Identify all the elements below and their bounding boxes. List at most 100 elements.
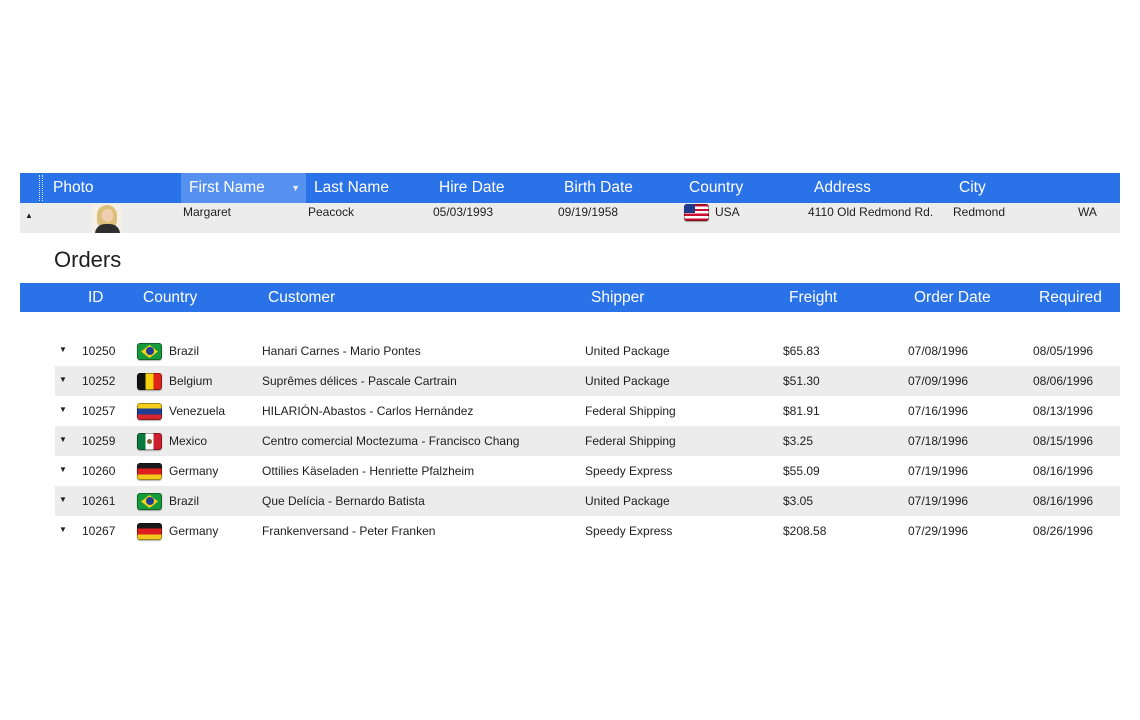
header-order-id[interactable]: ID — [88, 283, 104, 312]
employee-hire-date: 05/03/1993 — [433, 205, 494, 219]
order-country: Mexico — [169, 434, 208, 448]
order-date: 07/16/1996 — [908, 404, 969, 418]
brazil-flag-icon — [137, 343, 162, 360]
order-freight: $55.09 — [783, 464, 820, 478]
order-freight: $208.58 — [783, 524, 827, 538]
order-row[interactable]: ▼ 10261 Brazil Que Delícia - Bernardo Ba… — [55, 486, 1120, 516]
employee-address: 4110 Old Redmond Rd. — [808, 205, 934, 219]
brazil-flag-icon — [137, 493, 162, 510]
germany-flag-icon — [137, 523, 162, 540]
header-first-name[interactable]: First Name ▼ — [181, 173, 306, 203]
employee-photo-avatar — [92, 204, 122, 233]
order-required-date: 08/05/1996 — [1033, 344, 1094, 358]
header-customer[interactable]: Customer — [268, 283, 335, 312]
order-row[interactable]: ▼ 10259 Mexico Centro comercial Moctezum… — [55, 426, 1120, 456]
orders-grid-body: ▼ 10250 Brazil Hanari Carnes - Mario Pon… — [55, 336, 1120, 546]
order-country: Belgium — [169, 374, 213, 388]
header-shipper[interactable]: Shipper — [591, 283, 644, 312]
order-shipper: Speedy Express — [585, 464, 673, 478]
order-required-date: 08/15/1996 — [1033, 434, 1094, 448]
order-required-date: 08/06/1996 — [1033, 374, 1094, 388]
employee-grid-header: Photo First Name ▼ Last Name Hire Date B… — [20, 173, 1120, 203]
employee-country: USA — [715, 205, 740, 219]
header-photo[interactable]: Photo — [53, 173, 181, 203]
header-birth-date[interactable]: Birth Date — [564, 173, 633, 203]
order-country: Brazil — [169, 344, 200, 358]
expand-row-icon[interactable]: ▼ — [59, 495, 67, 504]
order-id: 10257 — [82, 404, 116, 418]
order-date: 07/09/1996 — [908, 374, 969, 388]
employee-row[interactable]: ▲ Margaret Peacock 05/03/1993 09/19/1958… — [20, 203, 1120, 233]
employee-first-name: Margaret — [183, 205, 232, 219]
sort-descending-icon: ▼ — [291, 183, 300, 193]
order-customer: Suprêmes délices - Pascale Cartrain — [262, 374, 457, 388]
order-freight: $3.05 — [783, 494, 814, 508]
order-required-date: 08/26/1996 — [1033, 524, 1094, 538]
order-shipper: Speedy Express — [585, 524, 673, 538]
order-row[interactable]: ▼ 10257 Venezuela HILARIÓN-Abastos - Car… — [55, 396, 1120, 426]
header-required[interactable]: Required — [1039, 283, 1102, 312]
order-required-date: 08/16/1996 — [1033, 464, 1094, 478]
belgium-flag-icon — [137, 373, 162, 390]
collapse-row-icon[interactable]: ▲ — [25, 211, 33, 220]
expand-row-icon[interactable]: ▼ — [59, 375, 67, 384]
order-row[interactable]: ▼ 10250 Brazil Hanari Carnes - Mario Pon… — [55, 336, 1120, 366]
expand-row-icon[interactable]: ▼ — [59, 405, 67, 414]
expand-row-icon[interactable]: ▼ — [59, 435, 67, 444]
order-country: Germany — [169, 464, 219, 478]
germany-flag-icon — [137, 463, 162, 480]
order-date: 07/29/1996 — [908, 524, 969, 538]
order-id: 10260 — [82, 464, 116, 478]
order-id: 10267 — [82, 524, 116, 538]
mexico-flag-icon — [137, 433, 162, 450]
order-date: 07/19/1996 — [908, 494, 969, 508]
orders-title: Orders — [54, 247, 122, 272]
order-row[interactable]: ▼ 10260 Germany Ottilies Käseladen - Hen… — [55, 456, 1120, 486]
order-freight: $3.25 — [783, 434, 814, 448]
header-order-date[interactable]: Order Date — [914, 283, 991, 312]
order-shipper: United Package — [585, 344, 670, 358]
column-drag-grip[interactable] — [39, 175, 43, 201]
order-id: 10250 — [82, 344, 116, 358]
order-country: Germany — [169, 524, 219, 538]
expand-row-icon[interactable]: ▼ — [59, 345, 67, 354]
header-address[interactable]: Address — [814, 173, 871, 203]
order-customer: Frankenversand - Peter Franken — [262, 524, 436, 538]
employee-region: WA — [1078, 205, 1097, 219]
expand-row-icon[interactable]: ▼ — [59, 525, 67, 534]
header-first-name-label: First Name — [189, 179, 265, 196]
order-customer: Centro comercial Moctezuma - Francisco C… — [262, 434, 520, 448]
header-last-name[interactable]: Last Name — [314, 173, 389, 203]
order-row[interactable]: ▼ 10252 Belgium Suprêmes délices - Pasca… — [55, 366, 1120, 396]
order-freight: $51.30 — [783, 374, 820, 388]
order-customer: Que Delícia - Bernardo Batista — [262, 494, 425, 508]
venezuela-flag-icon — [137, 403, 162, 420]
order-customer: Hanari Carnes - Mario Pontes — [262, 344, 421, 358]
order-required-date: 08/16/1996 — [1033, 494, 1094, 508]
header-order-country[interactable]: Country — [143, 283, 197, 312]
order-row[interactable]: ▼ 10267 Germany Frankenversand - Peter F… — [55, 516, 1120, 546]
employee-birth-date: 09/19/1958 — [558, 205, 619, 219]
order-customer: HILARIÓN-Abastos - Carlos Hernández — [262, 404, 474, 418]
order-shipper: Federal Shipping — [585, 434, 676, 448]
orders-grid-header: ID Country Customer Shipper Freight Orde… — [20, 283, 1120, 312]
order-id: 10252 — [82, 374, 116, 388]
order-date: 07/19/1996 — [908, 464, 969, 478]
employee-last-name: Peacock — [308, 205, 355, 219]
order-shipper: Federal Shipping — [585, 404, 676, 418]
expand-row-icon[interactable]: ▼ — [59, 465, 67, 474]
header-city[interactable]: City — [959, 173, 986, 203]
order-id: 10261 — [82, 494, 116, 508]
header-hire-date[interactable]: Hire Date — [439, 173, 504, 203]
order-freight: $65.83 — [783, 344, 820, 358]
employee-city: Redmond — [953, 205, 1006, 219]
order-country: Venezuela — [169, 404, 226, 418]
order-shipper: United Package — [585, 374, 670, 388]
order-customer: Ottilies Käseladen - Henriette Pfalzheim — [262, 464, 475, 478]
order-freight: $81.91 — [783, 404, 820, 418]
order-id: 10259 — [82, 434, 116, 448]
order-date: 07/08/1996 — [908, 344, 969, 358]
header-country[interactable]: Country — [689, 173, 743, 203]
order-country: Brazil — [169, 494, 200, 508]
header-freight[interactable]: Freight — [789, 283, 837, 312]
